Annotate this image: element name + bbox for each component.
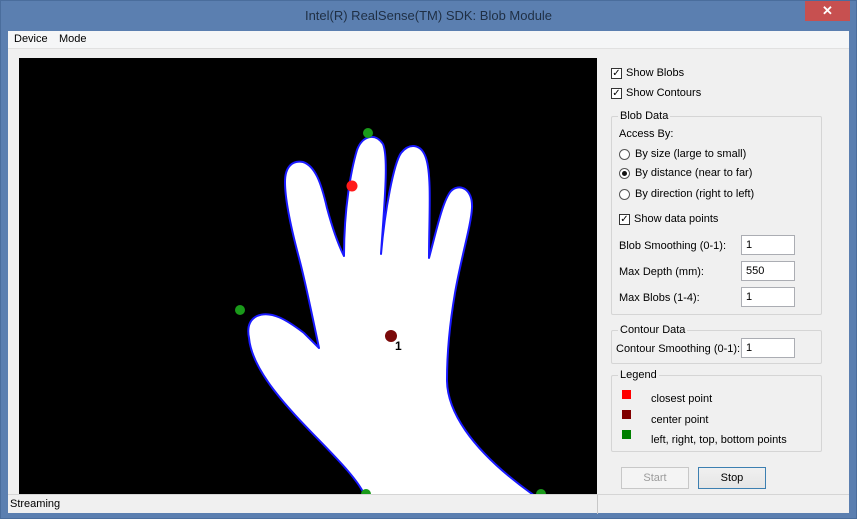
status-bar: Streaming xyxy=(8,494,849,514)
show-blobs-label: Show Blobs xyxy=(626,67,685,79)
close-button[interactable]: ✕ xyxy=(805,1,850,21)
menu-device[interactable]: Device xyxy=(14,33,48,45)
show-data-points-label: Show data points xyxy=(634,213,719,225)
client-area: Device Mode 1 ✓ Show Blobs ✓ Show Contou… xyxy=(8,31,849,514)
center-point-swatch xyxy=(622,410,631,419)
show-data-points-checkbox[interactable]: ✓ Show data points xyxy=(619,213,718,225)
max-blobs-label: Max Blobs (1-4): xyxy=(619,292,700,304)
closest-point-marker xyxy=(346,180,358,192)
contour-data-title: Contour Data xyxy=(618,324,688,336)
top-point-marker xyxy=(363,128,373,138)
radio-icon xyxy=(619,148,630,160)
contour-data-group: Contour Data Contour Smoothing (0-1): xyxy=(611,324,822,364)
max-depth-input[interactable] xyxy=(741,261,795,281)
extreme-points-swatch xyxy=(622,430,631,439)
hand-blob-render: 1 xyxy=(235,128,546,494)
blob-smoothing-label: Blob Smoothing (0-1): xyxy=(619,240,726,252)
status-divider xyxy=(597,495,598,514)
contour-smoothing-label: Contour Smoothing (0-1): xyxy=(616,343,741,355)
show-blobs-checkbox[interactable]: ✓ Show Blobs xyxy=(611,67,684,79)
radio-by-size-label: By size (large to small) xyxy=(635,148,747,160)
max-depth-label: Max Depth (mm): xyxy=(619,266,704,278)
radio-by-distance-label: By distance (near to far) xyxy=(635,167,753,179)
max-blobs-input[interactable] xyxy=(741,287,795,307)
radio-icon xyxy=(619,188,630,200)
access-by-label: Access By: xyxy=(619,128,674,140)
app-window: Intel(R) RealSense(TM) SDK: Blob Module … xyxy=(0,0,857,519)
checkbox-check-icon: ✓ xyxy=(611,87,622,99)
stop-button[interactable]: Stop xyxy=(698,467,766,489)
close-icon: ✕ xyxy=(822,3,833,18)
menu-bar: Device Mode xyxy=(8,31,849,49)
radio-by-size[interactable]: By size (large to small) xyxy=(619,148,746,160)
left-point-marker xyxy=(235,305,245,315)
blob-data-title: Blob Data xyxy=(618,110,671,122)
legend-title: Legend xyxy=(618,369,659,381)
closest-point-swatch xyxy=(622,390,631,399)
legend-group: Legend closest point center point left, … xyxy=(611,369,822,452)
window-title: Intel(R) RealSense(TM) SDK: Blob Module xyxy=(304,8,553,23)
contour-smoothing-input[interactable] xyxy=(741,338,795,358)
checkbox-check-icon: ✓ xyxy=(619,213,630,225)
start-button[interactable]: Start xyxy=(621,467,689,489)
radio-by-distance[interactable]: By distance (near to far) xyxy=(619,167,752,179)
blob-contour xyxy=(247,135,534,494)
blob-data-group: Blob Data Access By: By size (large to s… xyxy=(611,110,822,315)
show-contours-label: Show Contours xyxy=(626,87,702,99)
depth-video-view: 1 xyxy=(19,58,597,494)
radio-by-direction-label: By direction (right to left) xyxy=(635,188,755,200)
radio-by-direction[interactable]: By direction (right to left) xyxy=(619,188,754,200)
radio-selected-icon xyxy=(619,167,630,179)
show-contours-checkbox[interactable]: ✓ Show Contours xyxy=(611,87,701,99)
legend-center-label: center point xyxy=(651,414,709,426)
checkbox-check-icon: ✓ xyxy=(611,67,622,79)
legend-closest-label: closest point xyxy=(651,393,713,405)
blob-index-label: 1 xyxy=(395,339,402,353)
blob-smoothing-input[interactable] xyxy=(741,235,795,255)
status-text: Streaming xyxy=(10,498,61,510)
title-bar[interactable]: Intel(R) RealSense(TM) SDK: Blob Module … xyxy=(1,1,856,31)
menu-mode[interactable]: Mode xyxy=(59,33,87,45)
legend-extreme-label: left, right, top, bottom points xyxy=(651,434,787,446)
